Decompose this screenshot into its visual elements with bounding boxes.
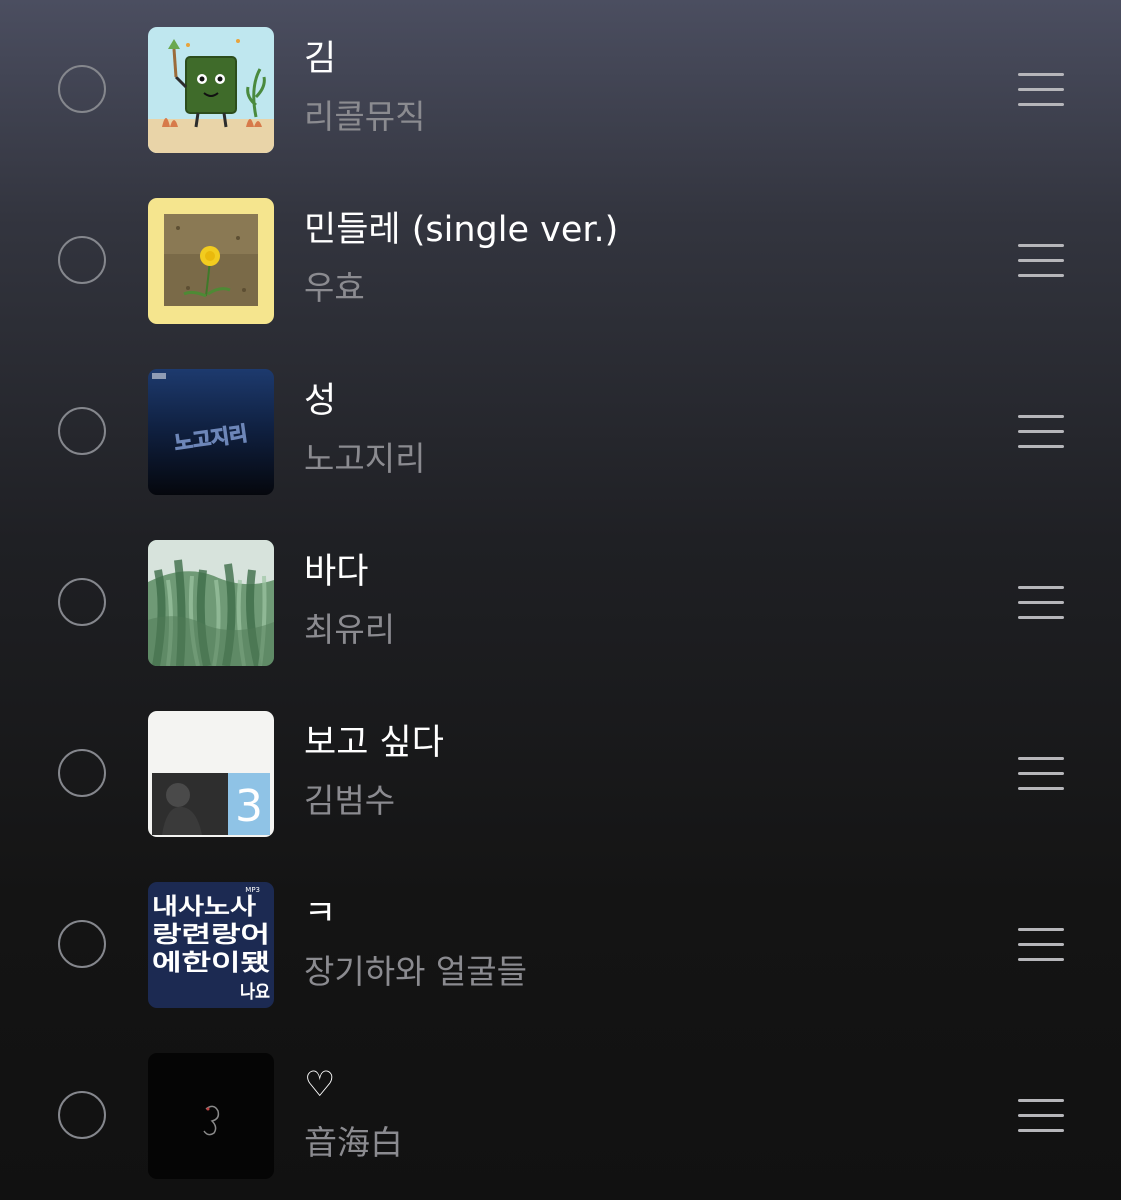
select-circle-icon[interactable]: [58, 65, 106, 113]
reorder-handle-icon[interactable]: [1018, 73, 1064, 107]
track-artist: 리콜뮤직: [304, 97, 426, 136]
nogojiri-album-art: 노고지리: [148, 369, 274, 495]
track-row[interactable]: 김 리콜뮤직: [0, 3, 1121, 174]
art-text-line: 나요: [240, 982, 270, 1003]
select-circle-icon[interactable]: [58, 578, 106, 626]
reorder-handle-icon[interactable]: [1018, 1099, 1064, 1133]
track-row[interactable]: 노고지리 성 노고지리: [0, 345, 1121, 516]
seaweed-character-art: [148, 27, 274, 153]
track-artist: 최유리: [304, 610, 396, 649]
reorder-handle-icon[interactable]: [1018, 415, 1064, 449]
jangkiha-album-art: MP3 내사노사 랑련랑어 에한이됐 나요: [148, 882, 274, 1008]
track-row[interactable]: ♡ 音海白: [0, 1029, 1121, 1200]
track-title: 김: [304, 39, 337, 79]
track-row[interactable]: 3 보고 싶다 김범수: [0, 687, 1121, 858]
track-artist: 장기하와 얼굴들: [304, 952, 528, 991]
reorder-handle-icon[interactable]: [1018, 757, 1064, 791]
art-text: 3: [235, 781, 263, 832]
track-artist: 音海白: [304, 1123, 403, 1162]
track-artist: 우효: [304, 268, 365, 307]
select-circle-icon[interactable]: [58, 749, 106, 797]
track-title: 민들레 (single ver.): [304, 210, 619, 250]
reorder-handle-icon[interactable]: [1018, 928, 1064, 962]
track-title: 보고 싶다: [304, 723, 444, 763]
art-text-line: 랑련랑어: [152, 922, 270, 948]
track-row[interactable]: 바다 최유리: [0, 516, 1121, 687]
green-painting-art: [148, 540, 274, 666]
select-circle-icon[interactable]: [58, 920, 106, 968]
black-minimal-art: [148, 1053, 274, 1179]
track-artist: 김범수: [304, 781, 396, 820]
reorder-handle-icon[interactable]: [1018, 244, 1064, 278]
select-circle-icon[interactable]: [58, 236, 106, 284]
track-row[interactable]: 민들레 (single ver.) 우효: [0, 174, 1121, 345]
select-circle-icon[interactable]: [58, 1091, 106, 1139]
kim-bumsoo-3-art: 3: [148, 711, 274, 837]
art-badge: MP3: [245, 886, 260, 894]
reorder-handle-icon[interactable]: [1018, 586, 1064, 620]
art-text-line: 내사노사: [152, 894, 256, 920]
track-title: ㅋ: [304, 894, 337, 934]
track-title: 성: [304, 381, 337, 421]
track-title: ♡: [304, 1065, 336, 1105]
playlist-track-list: 김 리콜뮤직 민들레 (single ver.) 우효 노고지리 성 노고지리 …: [0, 0, 1121, 1200]
track-title: 바다: [304, 552, 369, 592]
art-text-line: 에한이됐: [152, 950, 270, 976]
select-circle-icon[interactable]: [58, 407, 106, 455]
track-artist: 노고지리: [304, 439, 426, 478]
track-row[interactable]: MP3 내사노사 랑련랑어 에한이됐 나요 ㅋ 장기하와 얼굴들: [0, 858, 1121, 1029]
dandelion-art: [148, 198, 274, 324]
